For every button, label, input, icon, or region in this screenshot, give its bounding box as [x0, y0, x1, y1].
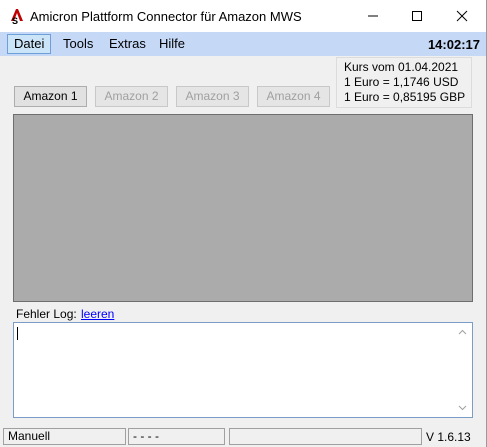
maximize-button[interactable] [394, 0, 440, 32]
rate-date: Kurs vom 01.04.2021 [344, 60, 459, 74]
app-window: S Amicron Plattform Connector für Amazon… [0, 0, 487, 447]
svg-text:S: S [12, 16, 18, 25]
error-log-textarea[interactable] [13, 322, 473, 418]
version-label: V 1.6.13 [426, 430, 471, 444]
menu-hilfe[interactable]: Hilfe [152, 34, 192, 54]
window-title: Amicron Plattform Connector für Amazon M… [30, 9, 302, 24]
amazon-4-button[interactable]: Amazon 4 [257, 86, 330, 107]
status-message [229, 428, 422, 445]
menu-extras[interactable]: Extras [102, 34, 153, 54]
text-caret [17, 327, 18, 340]
amicron-logo-icon: S [11, 9, 23, 25]
maximize-icon [412, 11, 422, 21]
scroll-down-icon[interactable] [458, 405, 467, 411]
status-indicator: - - - - [128, 428, 225, 445]
rate-gbp: 1 Euro = 0,85195 GBP [344, 90, 466, 104]
clear-log-link[interactable]: leeren [81, 307, 114, 321]
menu-tools[interactable]: Tools [56, 34, 100, 54]
menu-datei[interactable]: Datei [7, 34, 52, 54]
amazon-1-button[interactable]: Amazon 1 [14, 86, 87, 107]
status-bar: Manuell - - - - V 1.6.13 [0, 425, 486, 447]
title-bar: S Amicron Plattform Connector für Amazon… [0, 0, 486, 32]
status-mode: Manuell [3, 428, 126, 445]
content-panel [13, 114, 473, 302]
clock: 14:02:17 [427, 37, 480, 52]
amazon-2-button[interactable]: Amazon 2 [95, 86, 168, 107]
error-log-label: Fehler Log: [16, 307, 77, 321]
scroll-up-icon[interactable] [458, 329, 467, 335]
close-button[interactable] [439, 0, 485, 32]
amazon-3-button[interactable]: Amazon 3 [176, 86, 249, 107]
menu-bar: Datei Tools Extras Hilfe 14:02:17 [0, 32, 486, 56]
minimize-icon [368, 15, 378, 17]
exchange-rate-box: Kurs vom 01.04.2021 1 Euro = 1,1746 USD … [336, 57, 472, 108]
minimize-button[interactable] [350, 0, 396, 32]
rate-usd: 1 Euro = 1,1746 USD [344, 75, 459, 89]
close-icon [456, 10, 468, 22]
